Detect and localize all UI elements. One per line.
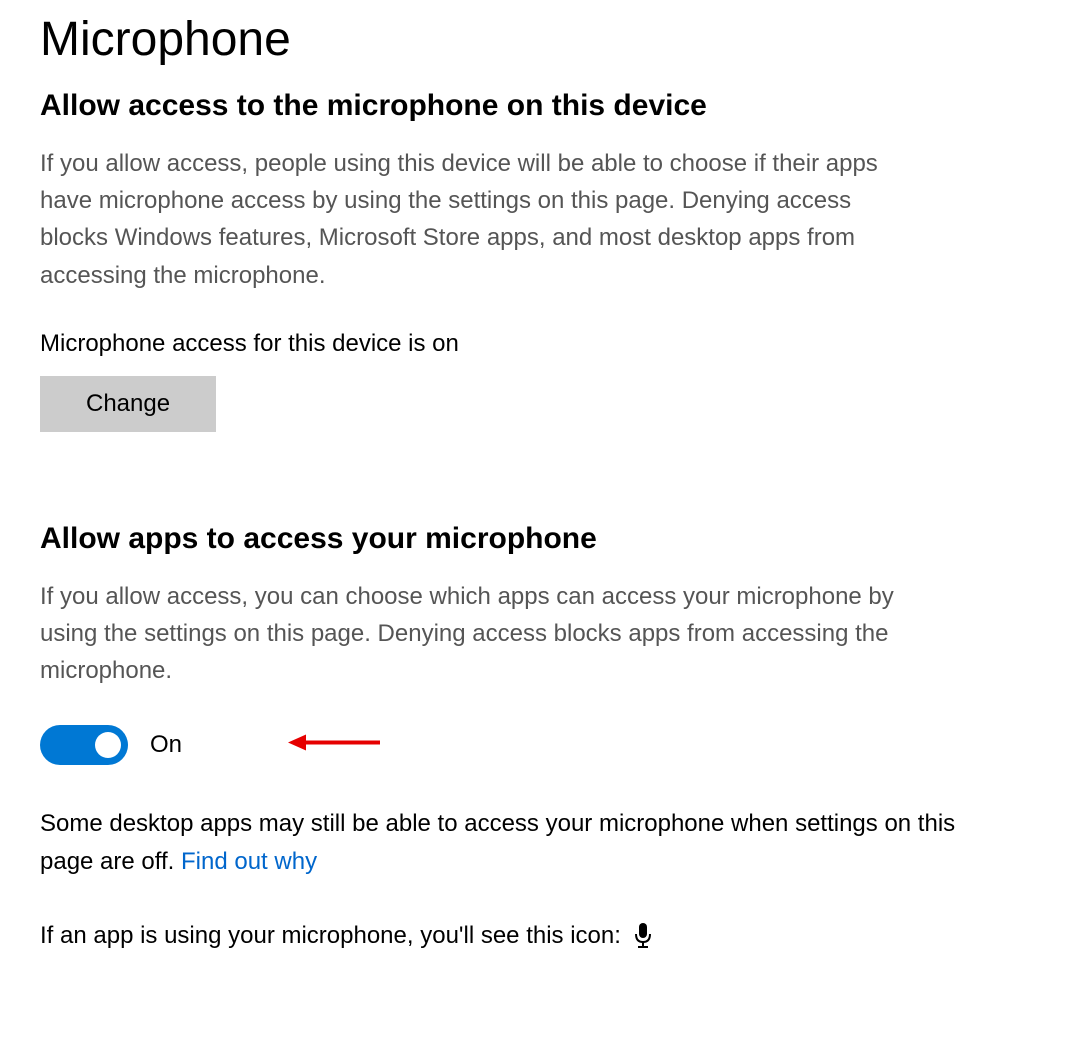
device-access-description: If you allow access, people using this d… (40, 145, 920, 294)
toggle-knob (95, 732, 121, 758)
mic-in-use-text: If an app is using your microphone, you'… (40, 922, 621, 950)
desktop-apps-note: Some desktop apps may still be able to a… (40, 805, 1000, 879)
device-access-status: Microphone access for this device is on (40, 330, 1038, 358)
app-access-toggle-row: On (40, 725, 1038, 765)
section-heading-app-access: Allow apps to access your microphone (40, 522, 1038, 556)
find-out-why-link[interactable]: Find out why (181, 848, 317, 875)
mic-in-use-row: If an app is using your microphone, you'… (40, 922, 1038, 950)
toggle-label: On (150, 731, 182, 759)
change-button[interactable]: Change (40, 376, 216, 432)
app-access-toggle[interactable] (40, 725, 128, 765)
note-text-before: Some desktop apps may still be able to a… (40, 810, 955, 874)
microphone-icon (633, 922, 653, 950)
page-title: Microphone (40, 12, 1038, 67)
app-access-description: If you allow access, you can choose whic… (40, 578, 920, 690)
section-heading-device-access: Allow access to the microphone on this d… (40, 89, 1038, 123)
annotation-arrow-icon (288, 731, 380, 760)
